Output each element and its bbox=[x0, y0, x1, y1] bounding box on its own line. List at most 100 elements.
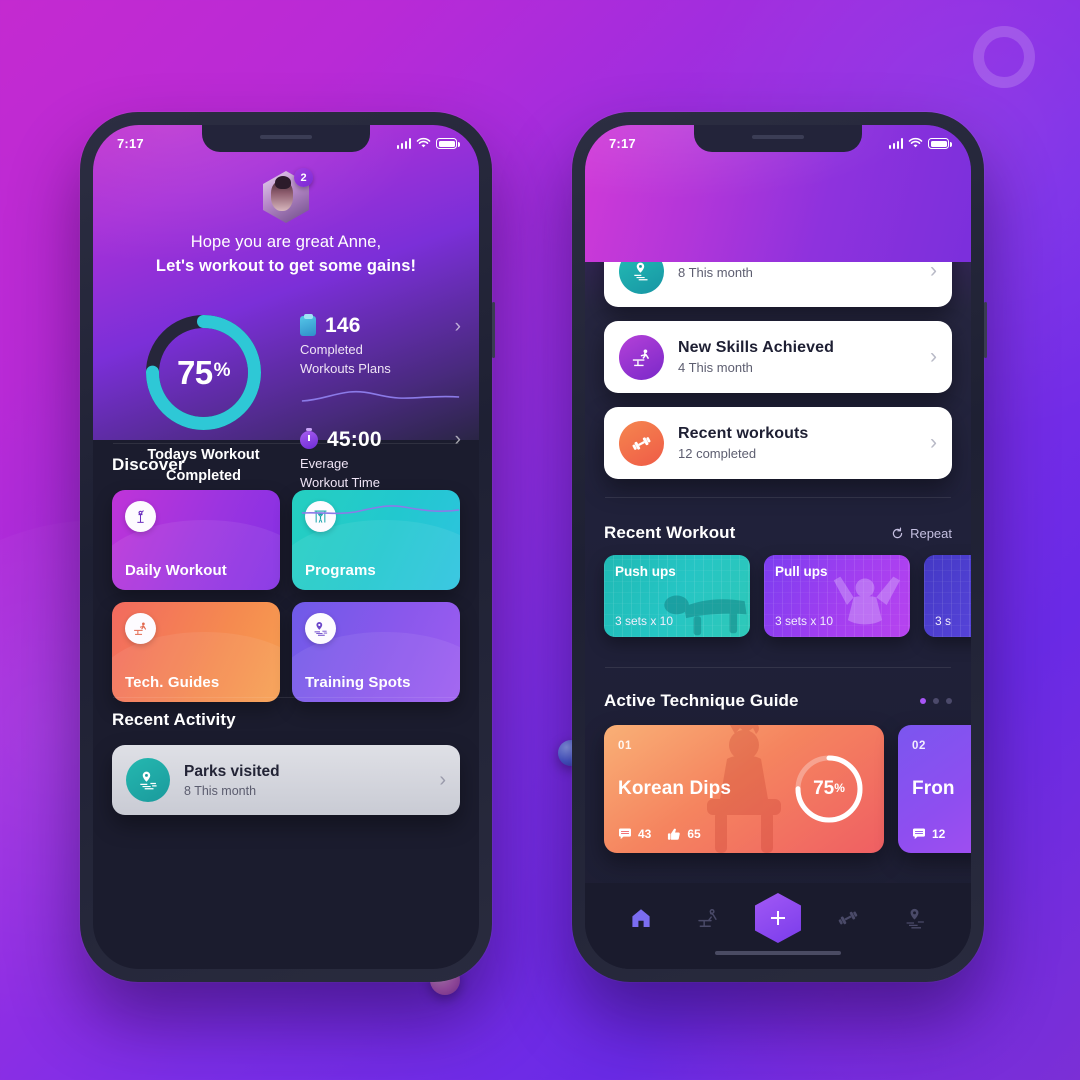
tab-spots[interactable] bbox=[895, 899, 935, 937]
workout-sets: 3 s bbox=[935, 614, 952, 628]
avatar[interactable]: 2 bbox=[263, 168, 313, 223]
carousel-dot[interactable] bbox=[933, 698, 939, 704]
card-new-skills[interactable]: New Skills Achieved 4 This month › bbox=[604, 321, 952, 393]
battery-icon bbox=[928, 138, 952, 149]
carousel-dot[interactable] bbox=[946, 698, 952, 704]
progress-label: Todays Workout Completed bbox=[147, 445, 259, 486]
status-time: 7:17 bbox=[609, 135, 636, 151]
metric-head: 45:00 › bbox=[300, 428, 461, 452]
status-time: 7:17 bbox=[117, 135, 144, 151]
dumbbell-icon bbox=[838, 911, 858, 925]
progress-donut: 75% bbox=[141, 310, 266, 435]
card-subtitle: 12 completed bbox=[678, 446, 757, 461]
chevron-right-icon[interactable]: › bbox=[930, 431, 937, 455]
list-item[interactable]: Parks visited 8 This month › bbox=[112, 745, 460, 815]
repeat-button[interactable]: Repeat bbox=[891, 526, 952, 541]
recent-workout-carousel[interactable]: Push ups 3 sets x 10 Pull ups 3 sets x 1… bbox=[604, 555, 971, 637]
card-subtitle: 4 This month bbox=[678, 360, 753, 375]
chevron-right-icon[interactable]: › bbox=[930, 345, 937, 369]
metric-subtitle: Completed Workouts Plans bbox=[300, 341, 461, 379]
wifi-icon bbox=[908, 137, 923, 148]
metric-sub-line1: Everage bbox=[300, 455, 349, 471]
workout-card[interactable]: 3 s bbox=[924, 555, 971, 637]
comments-stat: 43 bbox=[618, 827, 651, 841]
technique-progress-value: 75 bbox=[813, 778, 835, 799]
status-icons bbox=[396, 137, 460, 149]
progress-percent-symbol: % bbox=[213, 359, 231, 381]
technique-guide-title: Active Technique Guide bbox=[604, 691, 799, 710]
metric-completed-plans[interactable]: 146 › Completed Workouts Plans bbox=[300, 313, 461, 406]
workout-name: Pull ups bbox=[775, 564, 828, 579]
greeting-line2: Let's workout to get some gains! bbox=[155, 257, 417, 275]
technique-stats: 43 65 bbox=[618, 827, 701, 841]
card-text: Recent workouts 12 completed bbox=[678, 425, 808, 461]
thumbs-up-icon bbox=[668, 828, 681, 840]
phone-side-button bbox=[492, 302, 495, 358]
card-recent-workouts[interactable]: Recent workouts 12 completed › bbox=[604, 407, 952, 479]
divider bbox=[605, 667, 951, 668]
comment-icon bbox=[913, 828, 925, 840]
map-pin-icon bbox=[906, 908, 925, 929]
clipboard-icon bbox=[300, 313, 316, 336]
carousel-dots[interactable] bbox=[920, 698, 952, 704]
card-text: 8 This month bbox=[678, 262, 753, 280]
home-indicator bbox=[715, 950, 841, 955]
comments-count: 43 bbox=[638, 827, 652, 841]
chevron-right-icon[interactable]: › bbox=[455, 430, 461, 449]
list-item-text: Parks visited 8 This month bbox=[184, 763, 280, 798]
status-icons bbox=[888, 137, 952, 149]
likes-stat: 65 bbox=[667, 827, 701, 841]
repeat-label: Repeat bbox=[910, 525, 952, 541]
progress-percent: 75% bbox=[141, 310, 266, 435]
tile-tech-guides[interactable]: Tech. Guides bbox=[112, 602, 280, 702]
likes-count: 65 bbox=[687, 827, 701, 841]
speaker-grille bbox=[752, 135, 804, 139]
add-button[interactable] bbox=[754, 893, 801, 943]
home-icon bbox=[631, 909, 650, 927]
technique-card-next[interactable]: 02 Fron 12 bbox=[898, 725, 971, 853]
technique-progress-ring: 75% bbox=[792, 752, 866, 826]
metric-subtitle: Everage Workout Time bbox=[300, 455, 461, 493]
stats-row: 75% Todays Workout Completed 146 › Compl… bbox=[93, 310, 479, 519]
map-pin-icon bbox=[305, 613, 336, 644]
technique-card-korean-dips[interactable]: 01 Korean Dips 75% 43 65 bbox=[604, 725, 884, 853]
technique-guide-carousel[interactable]: 01 Korean Dips 75% 43 65 02 Fron 12 bbox=[604, 725, 971, 853]
phone-mockup-left: 7:17 2 Hope you are great Anne, Let's wo… bbox=[80, 112, 495, 982]
technique-name: Korean Dips bbox=[618, 778, 732, 799]
wifi-icon bbox=[416, 137, 431, 148]
map-pin-icon bbox=[126, 758, 170, 802]
avatar-badge: 2 bbox=[294, 168, 313, 187]
divider bbox=[605, 497, 951, 498]
tab-home[interactable] bbox=[621, 899, 661, 937]
phone-notch bbox=[694, 125, 862, 152]
comments-count: 12 bbox=[932, 827, 946, 841]
metrics-column: 146 › Completed Workouts Plans 45:00 › E… bbox=[296, 310, 461, 519]
recent-activity-title: Recent Activity bbox=[112, 710, 236, 729]
progress-label-line2: Completed bbox=[166, 467, 241, 484]
tile-label: Training Spots bbox=[305, 674, 411, 691]
plus-icon bbox=[770, 911, 785, 925]
speaker-grille bbox=[260, 135, 312, 139]
progress-label-line1: Todays Workout bbox=[147, 447, 260, 463]
chevron-right-icon[interactable]: › bbox=[455, 317, 461, 336]
metric-value: 146 bbox=[325, 314, 361, 337]
workout-card[interactable]: Push ups 3 sets x 10 bbox=[604, 555, 750, 637]
workout-card[interactable]: Pull ups 3 sets x 10 bbox=[764, 555, 910, 637]
workout-sets: 3 sets x 10 bbox=[775, 614, 834, 628]
technique-name: Fron bbox=[912, 778, 955, 799]
tile-label: Tech. Guides bbox=[125, 674, 220, 691]
tab-technique[interactable] bbox=[688, 899, 728, 937]
technique-stats: 12 bbox=[912, 827, 945, 841]
screen-activity-feed: 8 This month › New Skills Achieved 4 Thi… bbox=[585, 125, 971, 969]
card-title: Recent workouts bbox=[678, 425, 809, 442]
carousel-dot[interactable] bbox=[920, 698, 926, 704]
battery-icon bbox=[436, 138, 460, 149]
chevron-right-icon[interactable]: › bbox=[439, 769, 446, 792]
tile-label: Programs bbox=[305, 562, 376, 579]
metric-average-time[interactable]: 45:00 › Everage Workout Time bbox=[300, 428, 461, 520]
tile-training-spots[interactable]: Training Spots bbox=[292, 602, 460, 702]
chevron-right-icon[interactable]: › bbox=[930, 259, 937, 283]
tab-workouts[interactable] bbox=[828, 899, 868, 937]
greeting-line1: Hope you are great Anne, bbox=[190, 233, 382, 251]
screen-home-dashboard: 7:17 2 Hope you are great Anne, Let's wo… bbox=[93, 125, 479, 969]
